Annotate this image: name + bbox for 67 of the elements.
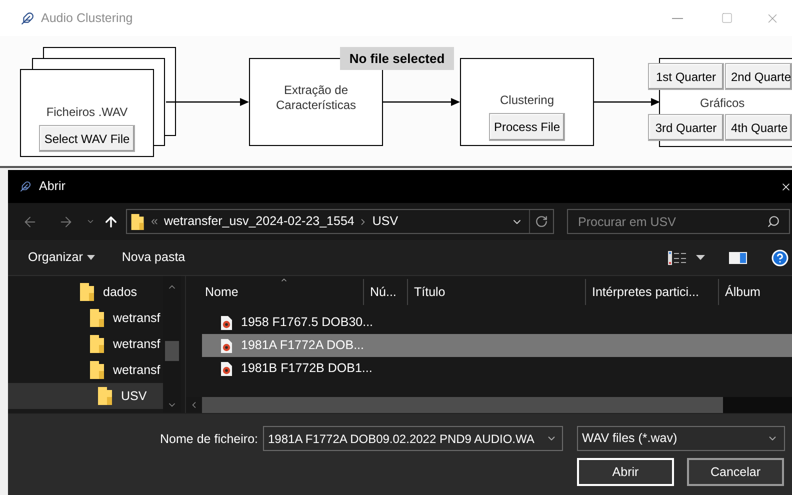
breadcrumb-item[interactable]: wetransfer_usv_2024-02-23_1554	[164, 212, 354, 231]
tk-button[interactable]: 2nd Quarte	[725, 63, 792, 90]
file-row[interactable]: 1981B F1772B DOB1...	[202, 357, 792, 380]
column-header[interactable]: Nú...	[363, 279, 407, 305]
audio-file-icon	[221, 362, 232, 376]
folder-icon	[80, 283, 94, 301]
tree-label: wetransf	[113, 362, 160, 379]
tree-label: wetransf	[113, 336, 160, 353]
search-icon	[767, 215, 780, 228]
dialog-button[interactable]: Cancelar	[687, 458, 784, 486]
tree-item[interactable]: wetransf	[8, 331, 163, 357]
new-folder-button[interactable]: Nova pasta	[122, 248, 186, 267]
details-view-icon[interactable]	[668, 250, 687, 264]
column-header[interactable]: Nome	[186, 279, 363, 305]
breadcrumb-item[interactable]: USV	[372, 212, 398, 231]
folder-icon	[131, 214, 144, 230]
preview-pane-icon[interactable]	[729, 252, 747, 264]
dialog-title: Abrir	[39, 178, 66, 196]
chevron-icon	[86, 217, 94, 226]
audio-file-icon	[221, 316, 232, 330]
audio-file-icon	[221, 338, 232, 352]
scroll-thumb[interactable]	[165, 341, 179, 361]
file-name-label: Nome de ficheiro:	[160, 431, 258, 448]
tree-item[interactable]: wetransf	[8, 305, 163, 331]
file-row[interactable]: 1958 F1767.5 DOB30...	[202, 311, 792, 334]
file-type-select[interactable]: WAV files (*.wav)	[577, 426, 785, 451]
dialog-button[interactable]: Abrir	[577, 458, 674, 486]
scroll-left-icon[interactable]	[186, 397, 202, 413]
feather-icon	[21, 12, 34, 24]
dropdown-icon[interactable]	[696, 255, 705, 260]
search-field[interactable]: Procurar em USV	[567, 209, 790, 234]
overflow-marker[interactable]: «	[151, 212, 158, 231]
column-header[interactable]: Título	[407, 279, 585, 305]
tree-item[interactable]: USV	[8, 383, 163, 409]
refresh-icon[interactable]	[535, 215, 548, 228]
stage-label: Clustering	[500, 92, 554, 109]
tree-label: USV	[121, 388, 147, 405]
dropdown-icon	[86, 255, 95, 260]
feather-icon	[20, 181, 31, 192]
stage-label: Ficheiros .WAV	[46, 104, 128, 121]
tk-button[interactable]: 4th Quarte	[725, 114, 792, 141]
folder-icon	[98, 387, 112, 405]
tk-button[interactable]: Select WAV File	[39, 125, 135, 152]
tk-button[interactable]: 3rd Quarter	[648, 114, 724, 141]
tk-button[interactable]: Process File	[488, 113, 566, 141]
sort-icon	[279, 276, 289, 284]
stage-label: Gráficos	[700, 95, 745, 112]
tk-button[interactable]: 1st Quarter	[648, 63, 724, 90]
file-name-field[interactable]: 1981A F1772A DOB09.02.2022 PND9 AUDIO.WA	[263, 426, 563, 451]
maximize-icon	[721, 12, 733, 24]
tree-item[interactable]: wetransf	[8, 357, 163, 383]
folder-icon	[90, 361, 104, 379]
file-row[interactable]: 1981A F1772A DOB...	[202, 334, 792, 357]
stage-label: Extração de Características	[274, 83, 358, 113]
address-bar[interactable]: « wetransfer_usv_2024-02-23_1554 USV	[126, 209, 554, 234]
close-icon	[780, 180, 792, 192]
folder-icon	[90, 335, 104, 353]
window-title: Audio Clustering	[41, 10, 133, 27]
tree-label: wetransf	[113, 310, 160, 327]
help-icon[interactable]	[771, 248, 789, 266]
organize-menu[interactable]: Organizar	[28, 248, 95, 267]
status-label: No file selected	[340, 47, 454, 70]
folder-icon	[90, 309, 104, 327]
column-header[interactable]: Álbum	[718, 279, 792, 305]
column-header[interactable]: Intérpretes partici...	[585, 279, 718, 305]
tree-label: dados	[103, 284, 138, 301]
tree-item[interactable]: dados	[8, 279, 163, 305]
